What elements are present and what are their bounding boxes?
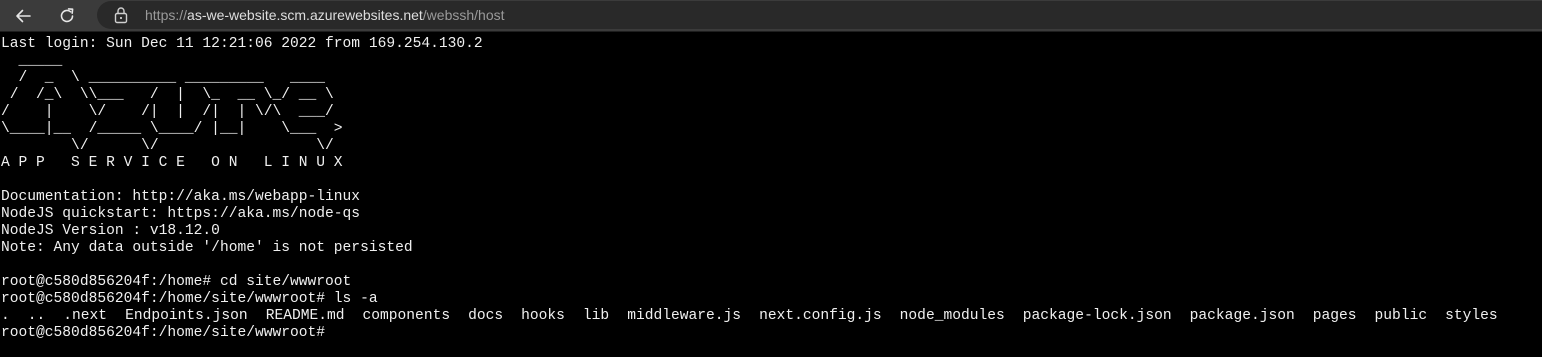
azure-banner-line: / | \/ /| | /| | \/\ ___/ <box>1 104 334 120</box>
lock-icon[interactable] <box>113 6 129 24</box>
azure-banner-line: _____ <box>1 53 63 69</box>
shell-prompt[interactable]: root@c580d856204f:/home/site/wwwroot# <box>0 325 1542 342</box>
ls-entry: . <box>1 308 10 324</box>
ls-entry: package.json <box>1189 308 1295 324</box>
command-line: root@c580d856204f:/home/site/wwwroot# ls… <box>1 291 378 307</box>
documentation-line: Documentation: http://aka.ms/webapp-linu… <box>1 189 361 205</box>
azure-banner-line: \/ \/ \/ <box>1 138 334 154</box>
url-text[interactable]: https://as-we-website.scm.azurewebsites.… <box>145 6 505 24</box>
ls-entry: node_modules <box>899 308 1005 324</box>
ls-entry: public <box>1374 308 1428 324</box>
ls-entry: components <box>362 308 451 324</box>
ls-entry: middleware.js <box>627 308 742 324</box>
ls-output: . .. .next Endpoints.json README.md comp… <box>0 308 1542 325</box>
url-scheme: https:// <box>145 7 188 23</box>
ls-entry: hooks <box>521 308 565 324</box>
azure-banner-line: / _ \ __________ _________ ____ <box>1 70 326 86</box>
azure-banner-line: / /_\ \\___ / | \_ __ \_/ __ \ <box>1 87 334 103</box>
ls-entry: lib <box>582 308 610 324</box>
browser-toolbar: https://as-we-website.scm.azurewebsites.… <box>0 0 1542 32</box>
reload-button[interactable] <box>54 3 80 29</box>
last-login-line: Last login: Sun Dec 11 12:21:06 2022 fro… <box>1 36 483 52</box>
back-arrow-icon <box>16 9 31 23</box>
terminal-output[interactable]: Last login: Sun Dec 11 12:21:06 2022 fro… <box>0 34 1542 357</box>
url-host: as-we-website.scm.azurewebsites.net <box>187 7 423 23</box>
ls-entry: .next <box>63 308 108 324</box>
ls-entry: Endpoints.json <box>125 308 248 324</box>
quickstart-line: NodeJS quickstart: https://aka.ms/node-q… <box>1 206 361 222</box>
ls-entry: styles <box>1445 308 1498 324</box>
address-bar[interactable]: https://as-we-website.scm.azurewebsites.… <box>97 1 1542 29</box>
ls-entry: .. <box>27 308 46 324</box>
ls-entry: next.config.js <box>759 308 882 324</box>
back-button[interactable] <box>10 3 36 29</box>
ls-entry: package-lock.json <box>1022 308 1172 324</box>
persistence-note-line: Note: Any data outside '/home' is not pe… <box>1 240 413 256</box>
node-version-line: NodeJS Version : v18.12.0 <box>1 223 220 239</box>
ls-entry: README.md <box>265 308 345 324</box>
app-service-banner: A P P S E R V I C E O N L I N U X <box>1 155 343 171</box>
url-path: /webssh/host <box>422 7 505 23</box>
reload-icon <box>60 8 74 23</box>
azure-banner-line: \____|__ /_____ \____/ |__| \___ > <box>1 121 343 137</box>
ls-entry: pages <box>1312 308 1357 324</box>
command-line: root@c580d856204f:/home# cd site/wwwroot <box>1 274 352 290</box>
ls-entry: docs <box>468 308 504 324</box>
